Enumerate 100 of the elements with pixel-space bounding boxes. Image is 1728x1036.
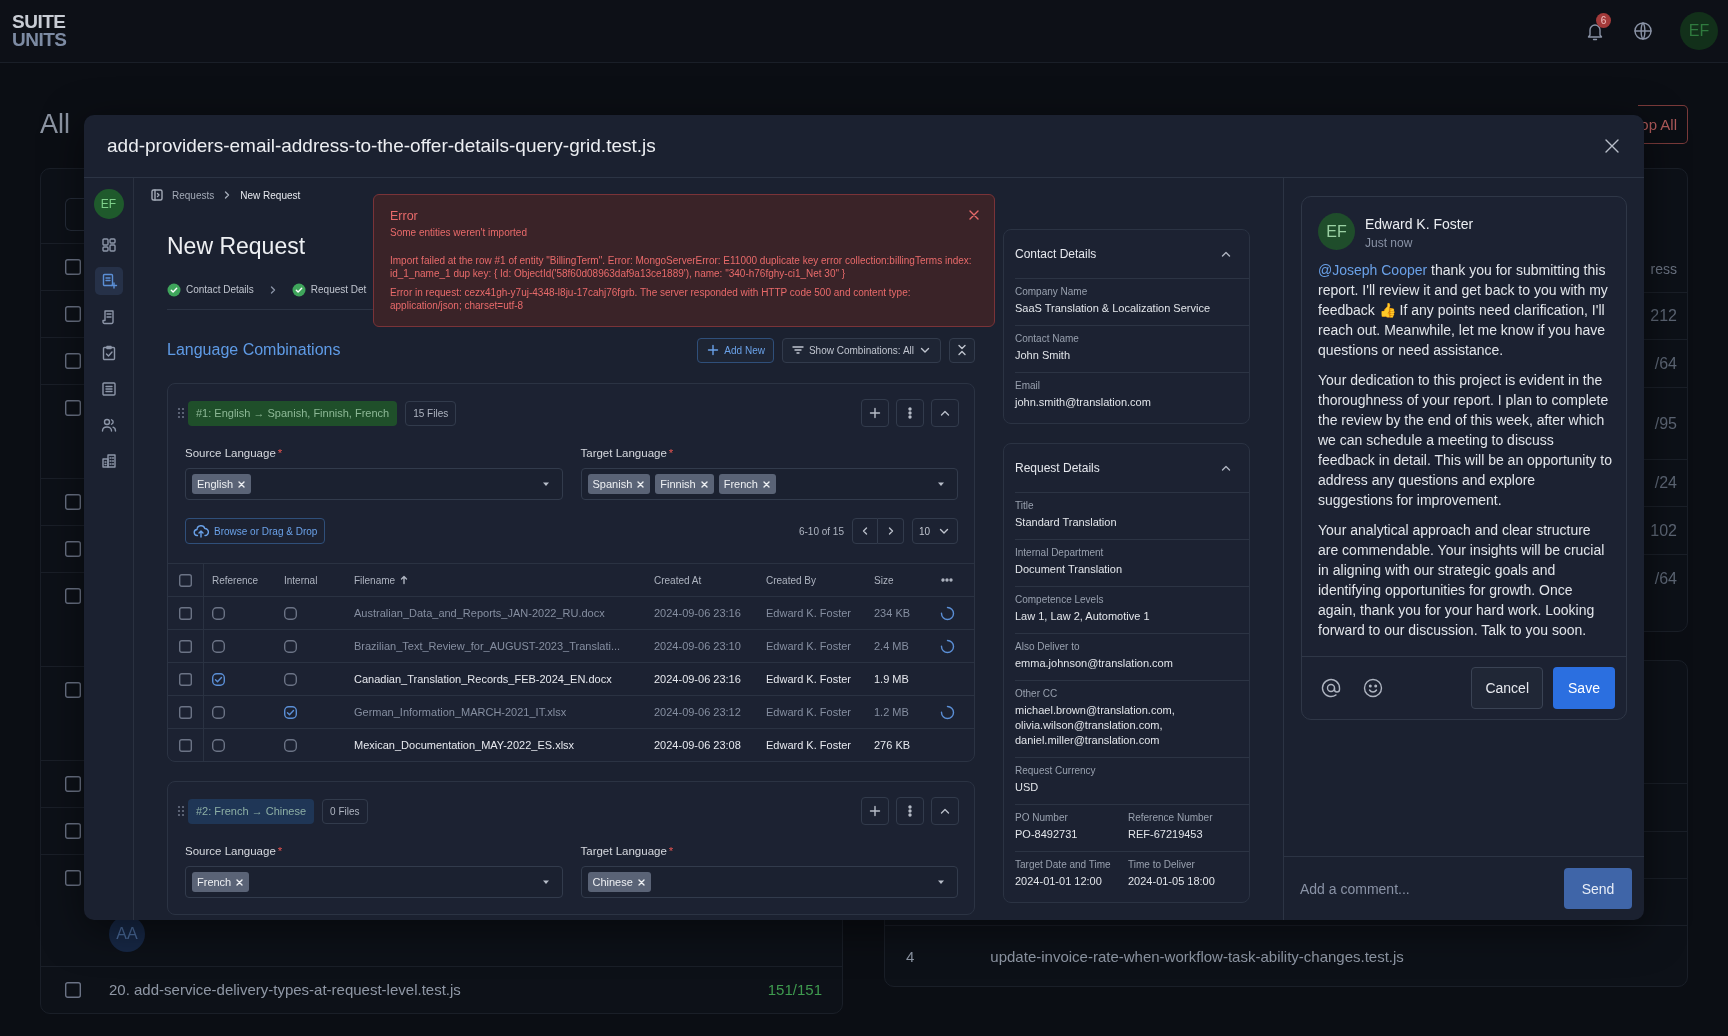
checkbox[interactable] <box>65 682 81 698</box>
field-label: Target Language * <box>580 446 675 460</box>
checkbox[interactable] <box>65 353 81 369</box>
grid-icon <box>99 236 118 254</box>
remove-icon <box>636 479 646 489</box>
upload-button[interactable]: Browse or Drag & Drop <box>185 518 326 544</box>
file-count-badge: 0 Files <box>322 798 368 824</box>
field-label: Target Language * <box>580 844 675 858</box>
comment-input[interactable]: Add a comment... <box>1300 880 1554 897</box>
checkbox[interactable] <box>179 705 192 719</box>
source-language-select[interactable]: English <box>185 468 563 500</box>
mention-button[interactable] <box>1319 676 1343 700</box>
previous-page-button[interactable] <box>852 518 878 544</box>
collapse-button[interactable] <box>931 797 959 825</box>
source-language-select[interactable]: French <box>185 866 563 898</box>
caret-icon <box>937 878 945 886</box>
card-title: Request Details <box>1015 461 1100 475</box>
language-chip[interactable]: Chinese <box>587 872 651 892</box>
checkbox[interactable] <box>65 494 81 510</box>
field-label: Reference Number <box>1128 811 1214 824</box>
checkbox[interactable] <box>65 776 81 792</box>
field-label: Internal Department <box>1015 546 1105 559</box>
table-cell: 2024-09-06 23:16 <box>646 662 758 695</box>
sidebar-toggle-button[interactable] <box>150 188 164 202</box>
checkbox[interactable] <box>65 870 81 886</box>
column-header: Created At <box>646 563 758 596</box>
column-header[interactable]: Filename <box>346 563 646 596</box>
more-button[interactable] <box>896 399 924 427</box>
checkbox[interactable] <box>179 672 192 686</box>
filter-icon <box>790 343 805 357</box>
smiley-icon <box>1362 677 1384 699</box>
progress-value: /64 <box>1654 569 1677 588</box>
collapse-all-button[interactable] <box>949 337 975 363</box>
page-heading: New Request <box>167 232 306 261</box>
field-value: PO-8492731 <box>1015 827 1079 842</box>
breadcrumb-item: New Request <box>240 189 301 201</box>
progress-value: 102 <box>1650 521 1677 540</box>
target-language-select[interactable]: Chinese <box>580 866 958 898</box>
more-button[interactable] <box>896 797 924 825</box>
page-size-select[interactable]: 10 <box>912 518 958 544</box>
field-value: michael.brown@translation.com, olivia.wilson@translation.com, daniel.miller@translation.com <box>1015 703 1176 748</box>
table-cell: 2024-09-06 23:08 <box>646 728 758 761</box>
avatar: EF <box>1318 213 1355 250</box>
checkbox[interactable] <box>65 259 81 275</box>
checkbox[interactable] <box>212 738 225 752</box>
nav-item[interactable] <box>94 267 123 295</box>
mention-link[interactable]: @Joseph Cooper <box>1318 262 1428 278</box>
emoji-button[interactable] <box>1361 676 1385 700</box>
checkbox[interactable] <box>212 639 225 653</box>
language-button[interactable] <box>1632 20 1654 42</box>
checkbox[interactable] <box>179 639 192 653</box>
checkbox[interactable] <box>179 573 192 587</box>
save-button[interactable]: Save <box>1553 667 1615 709</box>
checkbox[interactable] <box>284 705 297 719</box>
close-icon <box>968 209 980 221</box>
language-chip[interactable]: Finnish <box>655 474 714 494</box>
spinner-icon <box>940 605 955 621</box>
language-chip[interactable]: English <box>192 474 252 494</box>
column-header: ress <box>1650 261 1677 277</box>
language-chip[interactable]: French <box>718 474 776 494</box>
checkbox[interactable] <box>284 606 297 620</box>
checkbox[interactable] <box>212 672 225 686</box>
checkbox[interactable] <box>284 672 297 686</box>
field-label: Target Date and Time <box>1015 858 1112 871</box>
checkbox[interactable] <box>179 606 192 620</box>
checkbox[interactable] <box>65 982 81 998</box>
plus-icon <box>868 406 882 420</box>
checkbox[interactable] <box>284 639 297 653</box>
checkbox[interactable] <box>212 705 225 719</box>
next-page-button[interactable] <box>878 518 904 544</box>
field-label: Contact Name <box>1015 332 1080 345</box>
combination-tag: #1: English → Spanish, Finnish, French <box>188 400 398 426</box>
add-button[interactable] <box>861 797 889 825</box>
field-label: Time to Deliver <box>1128 858 1196 871</box>
checkbox[interactable] <box>284 738 297 752</box>
checkbox[interactable] <box>65 588 81 604</box>
test-count: 151/151 <box>767 982 822 998</box>
collapse-button[interactable] <box>931 399 959 427</box>
checkbox[interactable] <box>65 306 81 322</box>
language-chip[interactable]: French <box>192 872 250 892</box>
checkbox[interactable] <box>212 606 225 620</box>
avatar: EF <box>93 189 124 219</box>
add-new-button[interactable]: Add New <box>697 337 774 363</box>
language-chip[interactable]: Spanish <box>587 474 651 494</box>
field-value: 2024-01-05 18:00 <box>1128 874 1216 889</box>
checkbox[interactable] <box>65 823 81 839</box>
breadcrumb-item[interactable]: Requests <box>172 189 215 201</box>
row-number: 4 <box>906 947 915 965</box>
table-cell: 2024-09-06 23:16 <box>646 596 758 629</box>
table-cell: Edward K. Foster <box>758 596 866 629</box>
checkbox[interactable] <box>65 541 81 557</box>
cancel-button[interactable]: Cancel <box>1471 667 1543 709</box>
list-icon <box>99 380 118 398</box>
send-button[interactable]: Send <box>1564 868 1632 909</box>
add-button[interactable] <box>861 399 889 427</box>
checkbox[interactable] <box>65 400 81 416</box>
field-value: 2024-01-01 12:00 <box>1015 874 1103 889</box>
filter-button[interactable]: Show Combinations: All <box>781 337 941 363</box>
checkbox[interactable] <box>179 738 192 752</box>
target-language-select[interactable]: Spanish Finnish French <box>580 468 958 500</box>
